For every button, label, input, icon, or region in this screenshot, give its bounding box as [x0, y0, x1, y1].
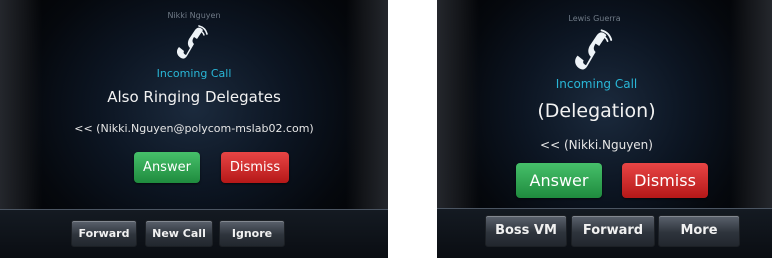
- softkey-ignore[interactable]: Ignore: [219, 220, 285, 247]
- caller-address: << (Nikki.Nguyen@polycom-mslab02.com): [74, 122, 314, 135]
- handset-icon: [575, 29, 613, 70]
- call-status: Incoming Call: [555, 77, 638, 91]
- call-heading: Also Ringing Delegates: [107, 88, 281, 106]
- caller-address: << (Nikki.Nguyen): [540, 138, 653, 152]
- softkey-bar: Forward New Call Ignore: [0, 209, 388, 258]
- softkey-more[interactable]: More: [658, 215, 740, 247]
- softkey-bar: Boss VM Forward More: [437, 208, 772, 258]
- incoming-call-screen-2: Lewis Guerra Incoming Call (Delegation) …: [437, 0, 772, 258]
- caller-name: Nikki Nguyen: [167, 11, 221, 20]
- answer-button[interactable]: Answer: [134, 152, 200, 183]
- softkey-new-call[interactable]: New Call: [145, 220, 213, 247]
- incoming-call-screen-1: Nikki Nguyen Incoming Call Also Ringing …: [0, 0, 388, 258]
- dismiss-button[interactable]: Dismiss: [622, 163, 708, 198]
- softkey-boss-vm[interactable]: Boss VM: [485, 215, 567, 247]
- dismiss-button[interactable]: Dismiss: [221, 152, 289, 183]
- answer-button[interactable]: Answer: [516, 163, 602, 198]
- handset-icon: [176, 25, 208, 59]
- softkey-forward[interactable]: Forward: [71, 220, 137, 247]
- call-status: Incoming Call: [156, 67, 232, 80]
- caller-name: Lewis Guerra: [568, 14, 621, 23]
- call-heading: (Delegation): [537, 100, 656, 122]
- softkey-forward[interactable]: Forward: [571, 215, 655, 247]
